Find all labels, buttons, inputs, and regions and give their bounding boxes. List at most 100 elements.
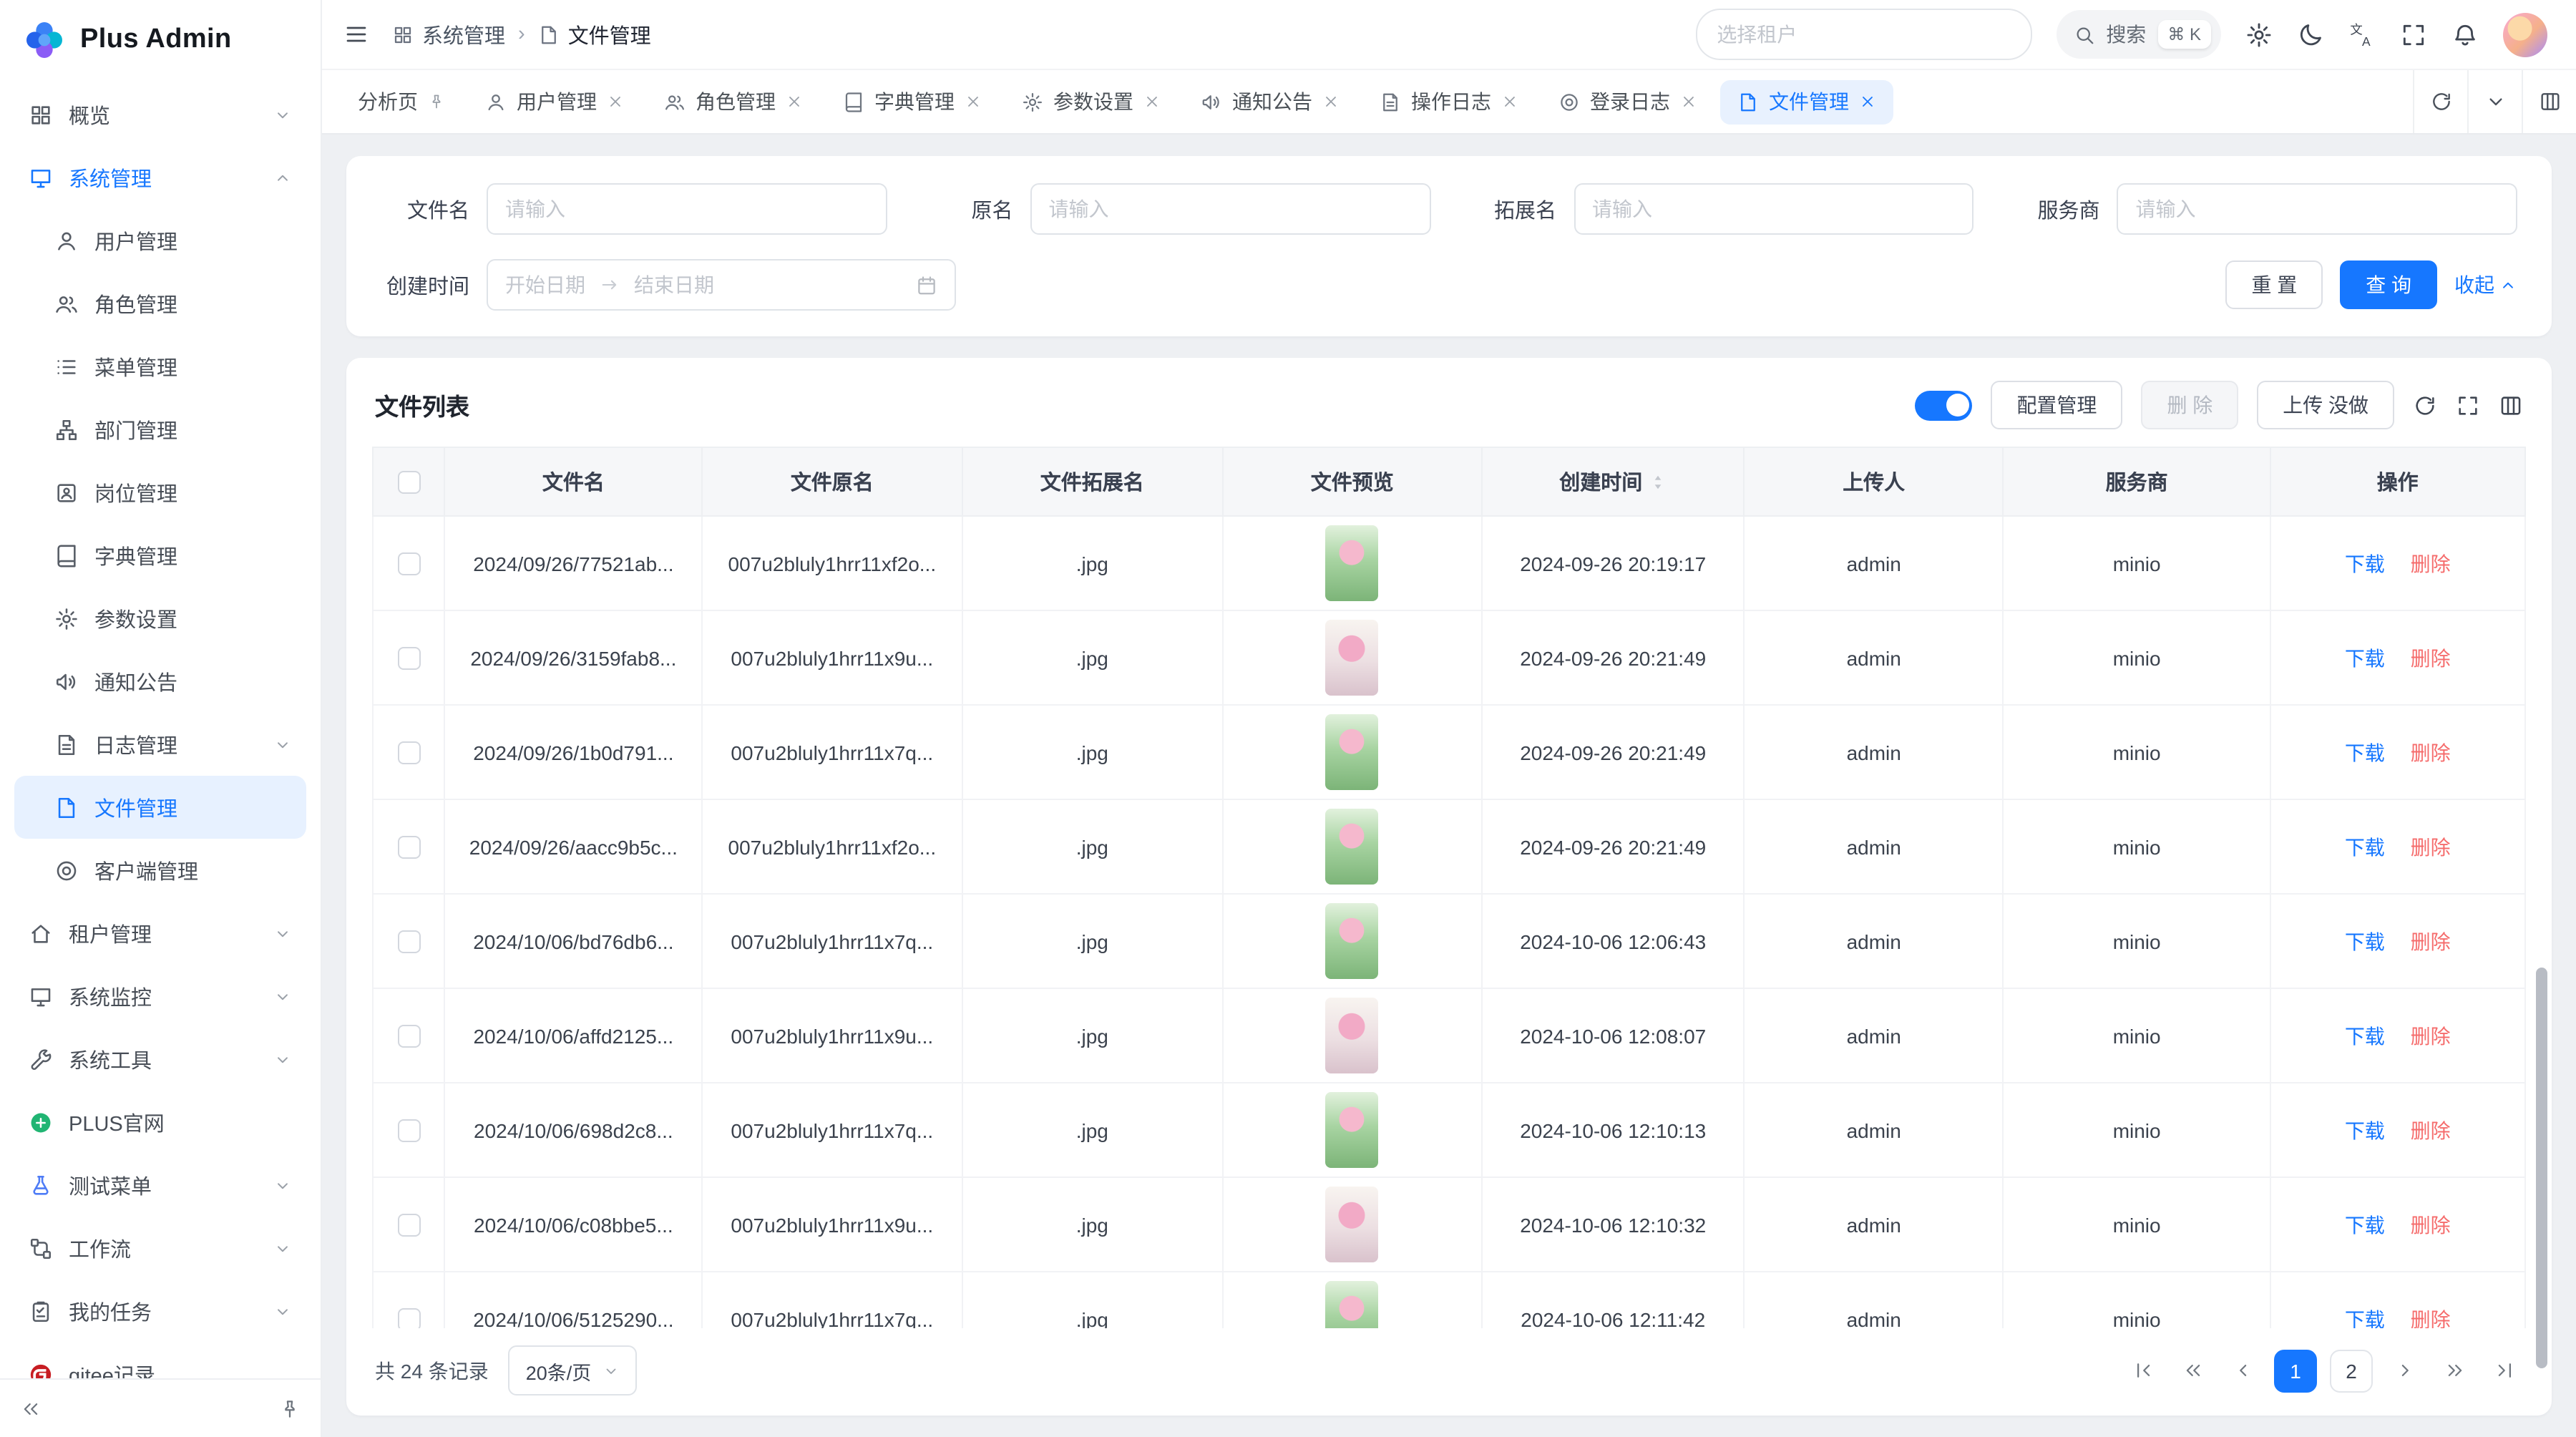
upload-button[interactable]: 上传 没做 xyxy=(2257,381,2394,429)
page-size-select[interactable]: 20条/页 xyxy=(509,1345,638,1395)
table-columns-button[interactable] xyxy=(2499,393,2523,417)
download-link[interactable]: 下载 xyxy=(2345,646,2385,669)
file-preview-thumbnail[interactable] xyxy=(1326,525,1379,601)
delete-link[interactable]: 删除 xyxy=(2411,1024,2451,1047)
close-icon[interactable] xyxy=(1859,93,1876,110)
tab-notice[interactable]: 通知公告 xyxy=(1184,79,1357,124)
sidebar-item-config[interactable]: 参数设置 xyxy=(14,587,306,650)
sidebar-item-client[interactable]: 客户端管理 xyxy=(14,839,306,902)
notifications-button[interactable] xyxy=(2451,21,2479,48)
file-preview-thumbnail[interactable] xyxy=(1326,714,1379,790)
delete-link[interactable]: 删除 xyxy=(2411,1307,2451,1328)
sidebar-item-system[interactable]: 系统管理 xyxy=(14,146,306,209)
filter-field-input[interactable] xyxy=(487,183,887,235)
global-search-button[interactable]: 搜索 ⌘ K xyxy=(2056,10,2221,59)
column-header[interactable]: 上传人 xyxy=(1744,447,2003,516)
close-icon[interactable] xyxy=(1680,93,1697,110)
breadcrumb-item-system[interactable]: 系统管理 xyxy=(392,19,505,49)
file-preview-thumbnail[interactable] xyxy=(1326,1281,1379,1328)
tab-user[interactable]: 用户管理 xyxy=(468,79,641,124)
next-page-button[interactable] xyxy=(2386,1350,2423,1390)
download-link[interactable]: 下载 xyxy=(2345,741,2385,764)
sidebar-item-workflow[interactable]: 工作流 xyxy=(14,1217,306,1280)
delete-link[interactable]: 删除 xyxy=(2411,1213,2451,1236)
reset-button[interactable]: 重 置 xyxy=(2225,260,2323,309)
table-scrollbar-thumb[interactable] xyxy=(2536,968,2547,1368)
file-preview-thumbnail[interactable] xyxy=(1326,620,1379,696)
delete-link[interactable]: 删除 xyxy=(2411,646,2451,669)
sidebar-item-test-menu[interactable]: 测试菜单 xyxy=(14,1154,306,1217)
select-all-header[interactable] xyxy=(373,447,444,516)
date-range-input[interactable]: 开始日期 结束日期 xyxy=(487,259,956,311)
tab-role[interactable]: 角色管理 xyxy=(647,79,820,124)
download-link[interactable]: 下载 xyxy=(2345,1024,2385,1047)
page-1-button[interactable]: 1 xyxy=(2274,1349,2317,1392)
download-link[interactable]: 下载 xyxy=(2345,1119,2385,1141)
row-checkbox[interactable] xyxy=(397,552,420,575)
download-link[interactable]: 下载 xyxy=(2345,835,2385,858)
sidebar-item-log[interactable]: 日志管理 xyxy=(14,713,306,776)
download-link[interactable]: 下载 xyxy=(2345,552,2385,575)
sidebar-item-monitor[interactable]: 系统监控 xyxy=(14,965,306,1028)
sidebar-item-dict[interactable]: 字典管理 xyxy=(14,524,306,587)
file-preview-thumbnail[interactable] xyxy=(1326,998,1379,1073)
close-icon[interactable] xyxy=(1143,93,1161,110)
column-header[interactable]: 文件拓展名 xyxy=(962,447,1222,516)
column-header[interactable]: 创建时间 xyxy=(1482,447,1744,516)
sidebar-item-file[interactable]: 文件管理 xyxy=(14,776,306,839)
sidebar-item-my-tasks[interactable]: 我的任务 xyxy=(14,1280,306,1343)
delete-link[interactable]: 删除 xyxy=(2411,1119,2451,1141)
tabs-dropdown-button[interactable] xyxy=(2467,70,2522,133)
avatar[interactable] xyxy=(2503,12,2547,57)
row-checkbox[interactable] xyxy=(397,741,420,764)
close-icon[interactable] xyxy=(965,93,982,110)
sidebar-item-dept[interactable]: 部门管理 xyxy=(14,398,306,461)
settings-button[interactable] xyxy=(2245,21,2273,48)
column-header[interactable]: 文件原名 xyxy=(703,447,962,516)
jump-back-button[interactable] xyxy=(2174,1350,2211,1390)
table-fullscreen-button[interactable] xyxy=(2456,393,2480,417)
sidebar-item-plus-site[interactable]: PLUS官网 xyxy=(14,1091,306,1154)
row-checkbox[interactable] xyxy=(397,1119,420,1142)
dark-mode-button[interactable] xyxy=(2297,21,2324,48)
column-header[interactable]: 服务商 xyxy=(2004,447,2270,516)
filter-field-input[interactable] xyxy=(1030,183,1431,235)
close-icon[interactable] xyxy=(1322,93,1340,110)
file-preview-thumbnail[interactable] xyxy=(1326,1187,1379,1262)
sidebar-item-gitee[interactable]: gitee记录 xyxy=(14,1343,306,1378)
sidebar-collapse-button[interactable] xyxy=(20,1398,42,1419)
language-button[interactable] xyxy=(2348,21,2376,48)
column-header[interactable]: 操作 xyxy=(2270,447,2525,516)
file-preview-thumbnail[interactable] xyxy=(1326,903,1379,979)
filter-field-input[interactable] xyxy=(1574,183,1974,235)
collapse-link[interactable]: 收起 xyxy=(2454,271,2517,299)
sidebar-toggle-button[interactable] xyxy=(343,21,369,47)
delete-link[interactable]: 删除 xyxy=(2411,552,2451,575)
row-checkbox[interactable] xyxy=(397,1214,420,1237)
sort-icon[interactable] xyxy=(1648,470,1667,493)
batch-delete-button[interactable]: 删 除 xyxy=(2141,381,2238,429)
sidebar-item-tools[interactable]: 系统工具 xyxy=(14,1028,306,1091)
table-refresh-button[interactable] xyxy=(2413,393,2437,417)
filter-field-input[interactable] xyxy=(2117,183,2518,235)
sidebar-item-post[interactable]: 岗位管理 xyxy=(14,461,306,524)
logo-row[interactable]: Plus Admin xyxy=(0,0,321,80)
tab-login-log[interactable]: 登录日志 xyxy=(1541,79,1714,124)
config-management-button[interactable]: 配置管理 xyxy=(1991,381,2122,429)
close-icon[interactable] xyxy=(607,93,624,110)
last-page-button[interactable] xyxy=(2486,1350,2523,1390)
row-checkbox[interactable] xyxy=(397,1025,420,1048)
sidebar-pin-button[interactable] xyxy=(279,1398,301,1419)
row-checkbox[interactable] xyxy=(397,1308,420,1328)
delete-link[interactable]: 删除 xyxy=(2411,835,2451,858)
column-header[interactable]: 文件名 xyxy=(444,447,702,516)
jump-forward-button[interactable] xyxy=(2436,1350,2473,1390)
first-page-button[interactable] xyxy=(2124,1350,2161,1390)
search-button[interactable]: 查 询 xyxy=(2340,260,2437,309)
pin-icon[interactable] xyxy=(428,93,445,110)
tab-dict[interactable]: 字典管理 xyxy=(826,79,999,124)
delete-link[interactable]: 删除 xyxy=(2411,930,2451,953)
sidebar-item-user[interactable]: 用户管理 xyxy=(14,209,306,272)
sidebar-item-overview[interactable]: 概览 xyxy=(14,83,306,146)
file-preview-thumbnail[interactable] xyxy=(1326,809,1379,885)
